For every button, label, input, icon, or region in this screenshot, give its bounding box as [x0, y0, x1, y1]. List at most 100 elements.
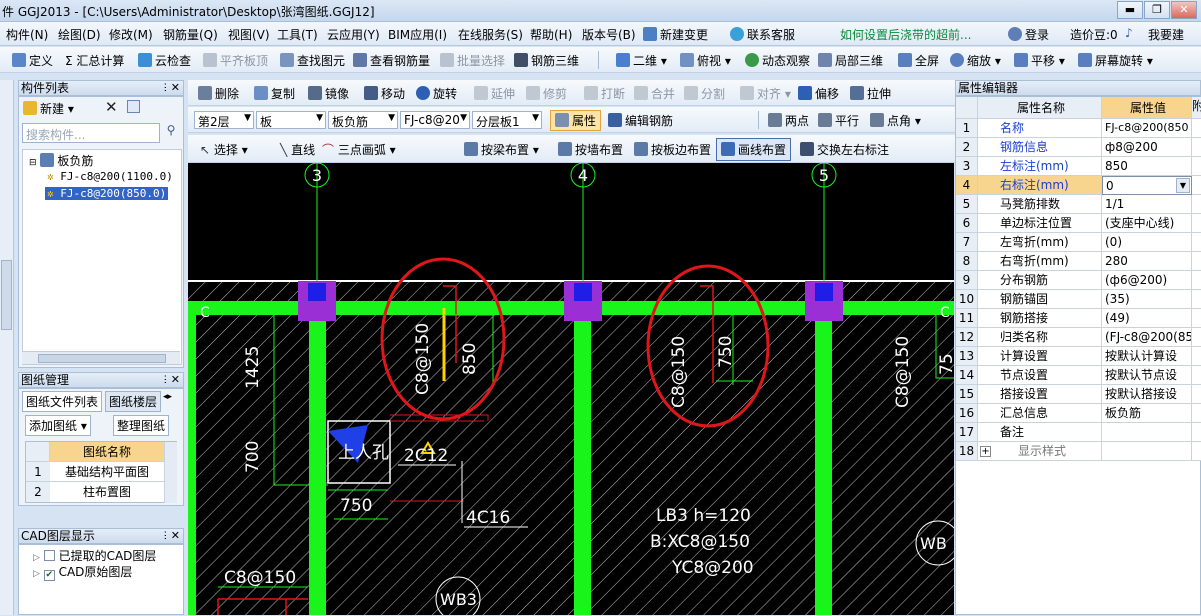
orbit-button[interactable]: 动态观察 — [745, 52, 810, 69]
delete-button[interactable]: 删除 — [198, 85, 239, 102]
local-3d-button[interactable]: 局部三维 — [818, 52, 883, 69]
menu-cloud[interactable]: 云应用(Y) — [327, 26, 380, 43]
break-button[interactable]: 打断 — [584, 85, 625, 102]
property-value[interactable]: (49) — [1102, 309, 1192, 328]
menu-component[interactable]: 构件(N) — [6, 26, 48, 43]
login-button[interactable]: 登录 — [1008, 26, 1049, 43]
property-value[interactable]: 850 — [1102, 157, 1192, 176]
define-button[interactable]: 定义 — [12, 52, 53, 69]
cloud-check-button[interactable]: 云检查 — [138, 52, 191, 69]
property-extra[interactable] — [1192, 328, 1201, 347]
property-value[interactable]: 按默认搭接设 — [1102, 385, 1192, 404]
line-button[interactable]: ╲ 直线 — [280, 141, 315, 158]
property-value[interactable]: (ф6@200) — [1102, 271, 1192, 290]
organize-drawing-button[interactable]: 整理图纸 — [113, 415, 170, 436]
property-value[interactable]: 按默认节点设 — [1102, 366, 1192, 385]
trim-button[interactable]: 修剪 — [526, 85, 567, 102]
vertical-beam[interactable] — [815, 315, 832, 615]
move-button[interactable]: 移动 — [364, 85, 405, 102]
floor-select[interactable]: 第2层 ▼ — [194, 111, 254, 129]
top-view-button[interactable]: 俯视 ▾ — [680, 52, 731, 69]
table-row[interactable]: 基础结构平面图 — [50, 462, 164, 482]
delete-icon[interactable]: ✕ — [105, 98, 118, 116]
property-value[interactable] — [1102, 442, 1192, 461]
bell-icon[interactable]: ♪ — [1125, 26, 1133, 40]
search-icon[interactable]: ⚲ — [161, 123, 181, 143]
zoom-button[interactable]: 缩放 ▾ — [950, 52, 1001, 69]
menu-tools[interactable]: 工具(T) — [277, 26, 318, 43]
copy-button[interactable]: 复制 — [254, 85, 295, 102]
property-extra[interactable] — [1192, 347, 1201, 366]
tree-item-selected[interactable]: ✲ FJ-c8@200(850.0) — [45, 187, 169, 200]
menu-modify[interactable]: 修改(M) — [109, 26, 153, 43]
two-points-button[interactable]: 两点 — [768, 112, 809, 129]
select-button[interactable]: ↖ 选择 ▾ — [200, 141, 248, 158]
menu-bim[interactable]: BIM应用(I) — [388, 26, 447, 43]
category-select[interactable]: 板 ▼ — [256, 111, 326, 129]
component-select[interactable]: FJ-c8@20 ▼ — [400, 111, 470, 129]
sum-calc-button[interactable]: Σ 汇总计算 — [65, 52, 124, 69]
horizontal-scrollbar[interactable] — [22, 351, 180, 364]
view-2d-button[interactable]: 二维 ▾ — [616, 52, 667, 69]
property-extra[interactable] — [1192, 309, 1201, 328]
property-extra[interactable] — [1192, 423, 1201, 442]
vertical-beam[interactable] — [309, 315, 326, 615]
vertical-beam[interactable] — [574, 315, 591, 615]
notice-link[interactable]: 如何设置后浇带的超前... — [840, 26, 971, 43]
property-extra[interactable] — [1192, 252, 1201, 271]
property-extra[interactable] — [1192, 138, 1201, 157]
property-value[interactable]: (支座中心线) — [1102, 214, 1192, 233]
property-extra[interactable] — [1192, 195, 1201, 214]
property-extra[interactable] — [1192, 176, 1201, 195]
batch-select-button[interactable]: 批量选择 — [440, 52, 505, 69]
pin-icon[interactable]: ⵗ — [164, 82, 167, 96]
close-icon[interactable]: ✕ — [171, 81, 180, 95]
point-angle-button[interactable]: 点角 ▾ — [870, 112, 921, 129]
property-extra[interactable] — [1192, 366, 1201, 385]
copy-icon[interactable] — [127, 100, 140, 113]
property-value[interactable]: 280 — [1102, 252, 1192, 271]
property-value[interactable] — [1102, 423, 1192, 442]
cad-canvas[interactable]: 3 4 5 C C C8@150 850 C8@150 750 C8@150 7 — [188, 163, 954, 615]
minimize-button[interactable]: ▬ — [1117, 1, 1143, 19]
menu-new-change[interactable]: 新建变更 — [643, 26, 708, 43]
vertical-scrollbar[interactable] — [164, 442, 177, 503]
menu-rebar-qty[interactable]: 钢筋量(Q) — [163, 26, 218, 43]
menu-help[interactable]: 帮助(H) — [530, 26, 572, 43]
swap-labels-button[interactable]: 交换左右标注 — [800, 141, 889, 158]
vertical-beam[interactable] — [188, 315, 196, 615]
expand-icon[interactable]: + — [980, 446, 991, 457]
fullscreen-button[interactable]: 全屏 — [898, 52, 939, 69]
layer-original[interactable]: ▷ ✔ CAD原始图层 — [33, 563, 132, 581]
checkbox[interactable] — [43, 550, 55, 561]
layer-extracted[interactable]: ▷ 已提取的CAD图层 — [33, 547, 156, 564]
property-extra[interactable] — [1192, 157, 1201, 176]
tab-file-list[interactable]: 图纸文件列表 — [22, 391, 103, 412]
property-extra[interactable] — [1192, 271, 1201, 290]
scroll-thumb[interactable] — [1, 260, 12, 330]
property-extra[interactable] — [1192, 385, 1201, 404]
split-button[interactable]: 分割 — [684, 85, 725, 102]
tree-item[interactable]: ✲ FJ-c8@200(1100.0) — [47, 170, 173, 183]
property-value[interactable]: (0) — [1102, 233, 1192, 252]
tab-floors[interactable]: 图纸楼层 — [105, 391, 161, 412]
close-icon[interactable]: ✕ — [171, 529, 180, 543]
offset-button[interactable]: 偏移 — [798, 85, 839, 102]
stretch-button[interactable]: 拉伸 — [850, 85, 891, 102]
extend-button[interactable]: 延伸 — [474, 85, 515, 102]
maximize-button[interactable]: ❐ — [1144, 1, 1170, 19]
close-button[interactable]: ✕ — [1171, 1, 1197, 19]
tree-root[interactable]: ⊟ 板负筋 — [29, 152, 93, 169]
property-extra[interactable] — [1192, 233, 1201, 252]
view-rebar-qty-button[interactable]: 查看钢筋量 — [353, 52, 430, 69]
property-value[interactable]: 1/1 — [1102, 195, 1192, 214]
find-element-button[interactable]: 查找图元 — [280, 52, 345, 69]
menu-contact[interactable]: 联系客服 — [730, 26, 795, 43]
pan-button[interactable]: 平移 ▾ — [1014, 52, 1065, 69]
property-value[interactable]: (FJ-c8@200(85 — [1102, 328, 1192, 347]
menu-online[interactable]: 在线服务(S) — [458, 26, 523, 43]
layer-board-select[interactable]: 分层板1 ▼ — [472, 111, 542, 129]
chevron-down-icon[interactable]: ▼ — [1176, 178, 1190, 193]
table-row[interactable]: 柱布置图 — [50, 482, 164, 502]
pin-icon[interactable]: ⵗ — [164, 530, 167, 544]
